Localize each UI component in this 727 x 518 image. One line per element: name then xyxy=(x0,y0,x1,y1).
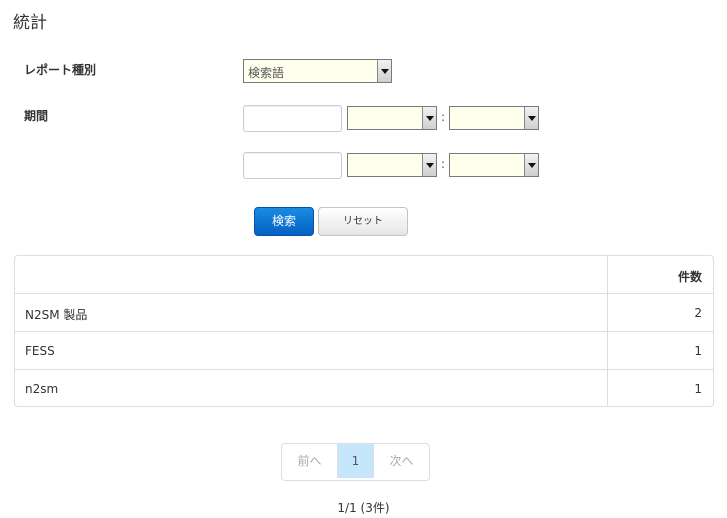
table-header-row: 件数 xyxy=(15,256,713,293)
time-separator: : xyxy=(441,157,446,171)
chevron-down-icon xyxy=(422,154,436,176)
row-name: N2SM 製品 xyxy=(25,308,88,322)
pagination-prev[interactable]: 前へ xyxy=(282,444,337,478)
table-row: N2SM 製品 2 xyxy=(15,293,713,331)
pagination-info: 1/1 (3件) xyxy=(337,501,390,515)
header-count: 件数 xyxy=(677,270,702,284)
chevron-down-icon xyxy=(377,60,391,82)
chevron-down-icon xyxy=(524,107,538,129)
from-hour-select[interactable] xyxy=(347,106,437,130)
from-minute-select[interactable] xyxy=(449,106,539,130)
from-date-input[interactable] xyxy=(243,105,342,132)
row-count: 1 xyxy=(694,382,702,396)
pagination-current-page[interactable]: 1 xyxy=(337,444,373,478)
page-title: 統計 xyxy=(13,13,47,33)
to-minute-select[interactable] xyxy=(449,153,539,177)
to-hour-select[interactable] xyxy=(347,153,437,177)
pagination: 前へ 1 次へ xyxy=(281,443,430,481)
period-label: 期間 xyxy=(24,109,49,123)
report-type-value: 検索語 xyxy=(248,66,285,80)
table-row: FESS 1 xyxy=(15,331,713,369)
stats-table: 件数 N2SM 製品 2 FESS 1 n2sm 1 xyxy=(14,255,714,407)
report-type-label: レポート種別 xyxy=(24,63,97,77)
to-date-input[interactable] xyxy=(243,152,342,179)
report-type-select[interactable]: 検索語 xyxy=(243,59,392,83)
row-count: 2 xyxy=(694,306,702,320)
table-row: n2sm 1 xyxy=(15,369,713,406)
chevron-down-icon xyxy=(422,107,436,129)
time-separator: : xyxy=(441,110,446,124)
row-name: n2sm xyxy=(25,382,59,396)
row-count: 1 xyxy=(694,344,702,358)
pagination-next[interactable]: 次へ xyxy=(373,444,429,478)
search-button[interactable]: 検索 xyxy=(254,207,314,236)
reset-button[interactable]: リセット xyxy=(318,207,408,236)
row-name: FESS xyxy=(25,344,55,358)
chevron-down-icon xyxy=(524,154,538,176)
